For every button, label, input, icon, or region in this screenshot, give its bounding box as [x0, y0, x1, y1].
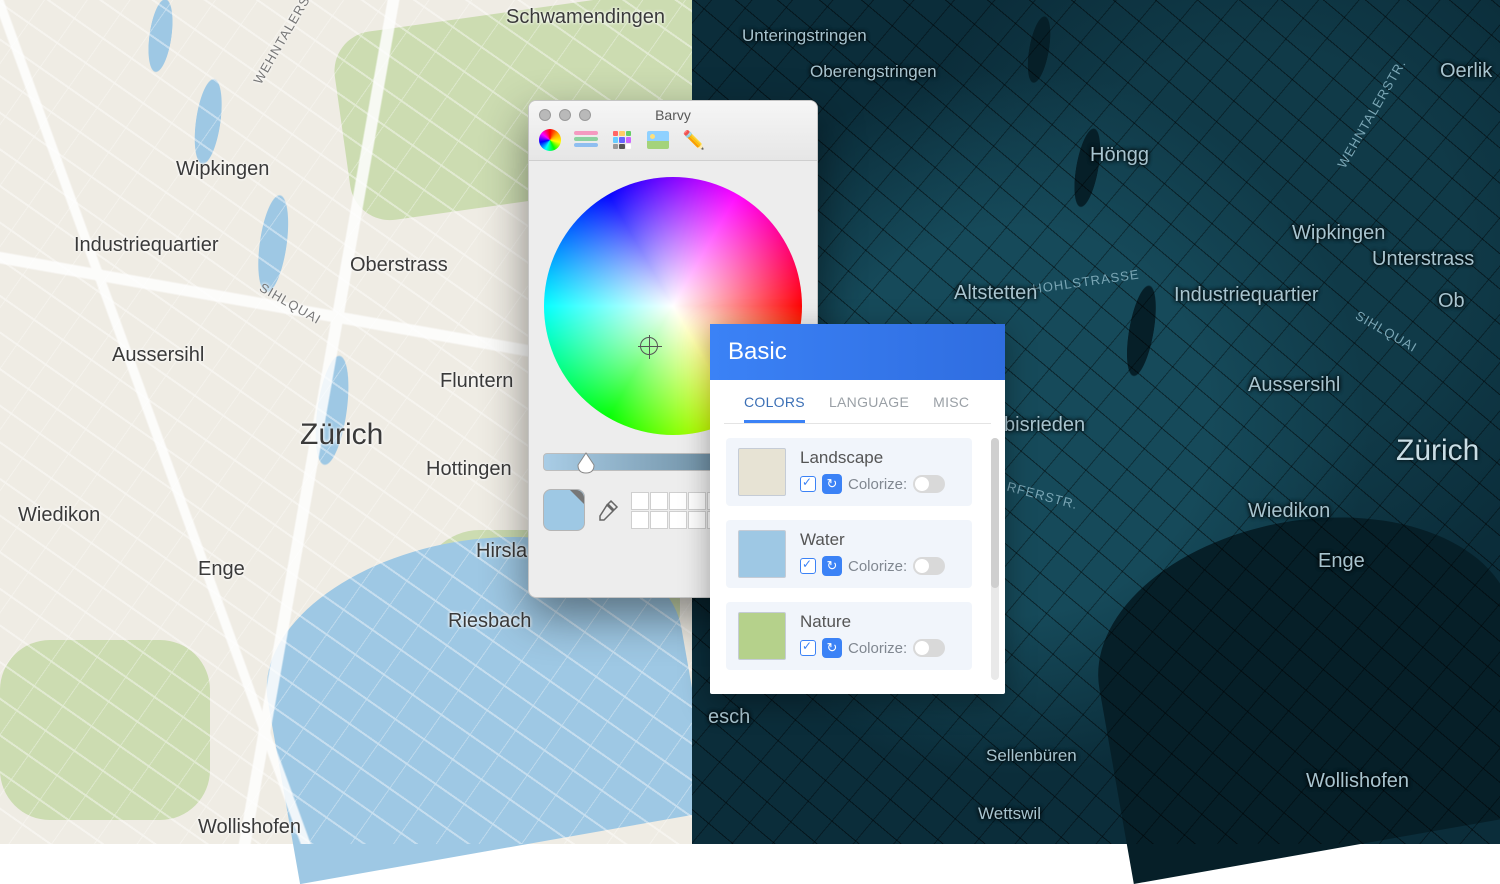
color-items-list: Landscape↻Colorize:Water↻Colorize:Nature…: [710, 424, 1005, 694]
titlebar[interactable]: Barvy ✏️: [529, 101, 817, 161]
enable-checkbox[interactable]: [800, 640, 816, 656]
color-wheel-cursor[interactable]: [640, 337, 658, 355]
color-swatch[interactable]: [738, 448, 786, 496]
zoom-icon[interactable]: [579, 109, 591, 121]
image-palette-mode-icon[interactable]: [645, 129, 671, 151]
eyedropper-icon[interactable]: [597, 499, 619, 521]
color-item-title: Nature: [800, 612, 960, 632]
color-item: Nature ↻ Colorize:: [726, 602, 972, 670]
tab-colors[interactable]: COLORS: [744, 394, 805, 423]
minimize-icon[interactable]: [559, 109, 571, 121]
panel-title: Basic: [710, 324, 1005, 380]
reset-button[interactable]: ↻: [822, 556, 842, 576]
picker-mode-toolbar: ✏️: [537, 129, 707, 151]
colorize-label: Colorize:: [848, 558, 907, 575]
color-wheel-mode-icon[interactable]: [537, 129, 563, 151]
color-item: Landscape ↻ Colorize:: [726, 438, 972, 506]
color-palette-mode-icon[interactable]: [609, 129, 635, 151]
panel-tabs: COLORS LANGUAGE MISC: [724, 380, 991, 424]
color-item: Water ↻ Colorize:: [726, 520, 972, 588]
colorize-label: Colorize:: [848, 476, 907, 493]
enable-checkbox[interactable]: [800, 476, 816, 492]
scrollbar-thumb[interactable]: [991, 438, 999, 588]
color-item-title: Water: [800, 530, 960, 550]
tab-language[interactable]: LANGUAGE: [829, 394, 909, 423]
window-controls: [539, 109, 591, 121]
style-panel: Basic COLORS LANGUAGE MISC Landscape ↻ Col…: [710, 324, 1005, 694]
colorize-toggle[interactable]: [913, 639, 945, 657]
current-color-swatch[interactable]: [543, 489, 585, 531]
close-icon[interactable]: [539, 109, 551, 121]
pencils-mode-icon[interactable]: ✏️: [681, 129, 707, 151]
color-sliders-mode-icon[interactable]: [573, 129, 599, 151]
colorize-label: Colorize:: [848, 640, 907, 657]
reset-button[interactable]: ↻: [822, 474, 842, 494]
enable-checkbox[interactable]: [800, 558, 816, 574]
color-swatch[interactable]: [738, 612, 786, 660]
reset-button[interactable]: ↻: [822, 638, 842, 658]
tab-misc[interactable]: MISC: [933, 394, 969, 423]
colorize-toggle[interactable]: [913, 475, 945, 493]
color-item-title: Landscape: [800, 448, 960, 468]
brightness-thumb[interactable]: [576, 451, 596, 475]
colorize-toggle[interactable]: [913, 557, 945, 575]
color-swatch[interactable]: [738, 530, 786, 578]
